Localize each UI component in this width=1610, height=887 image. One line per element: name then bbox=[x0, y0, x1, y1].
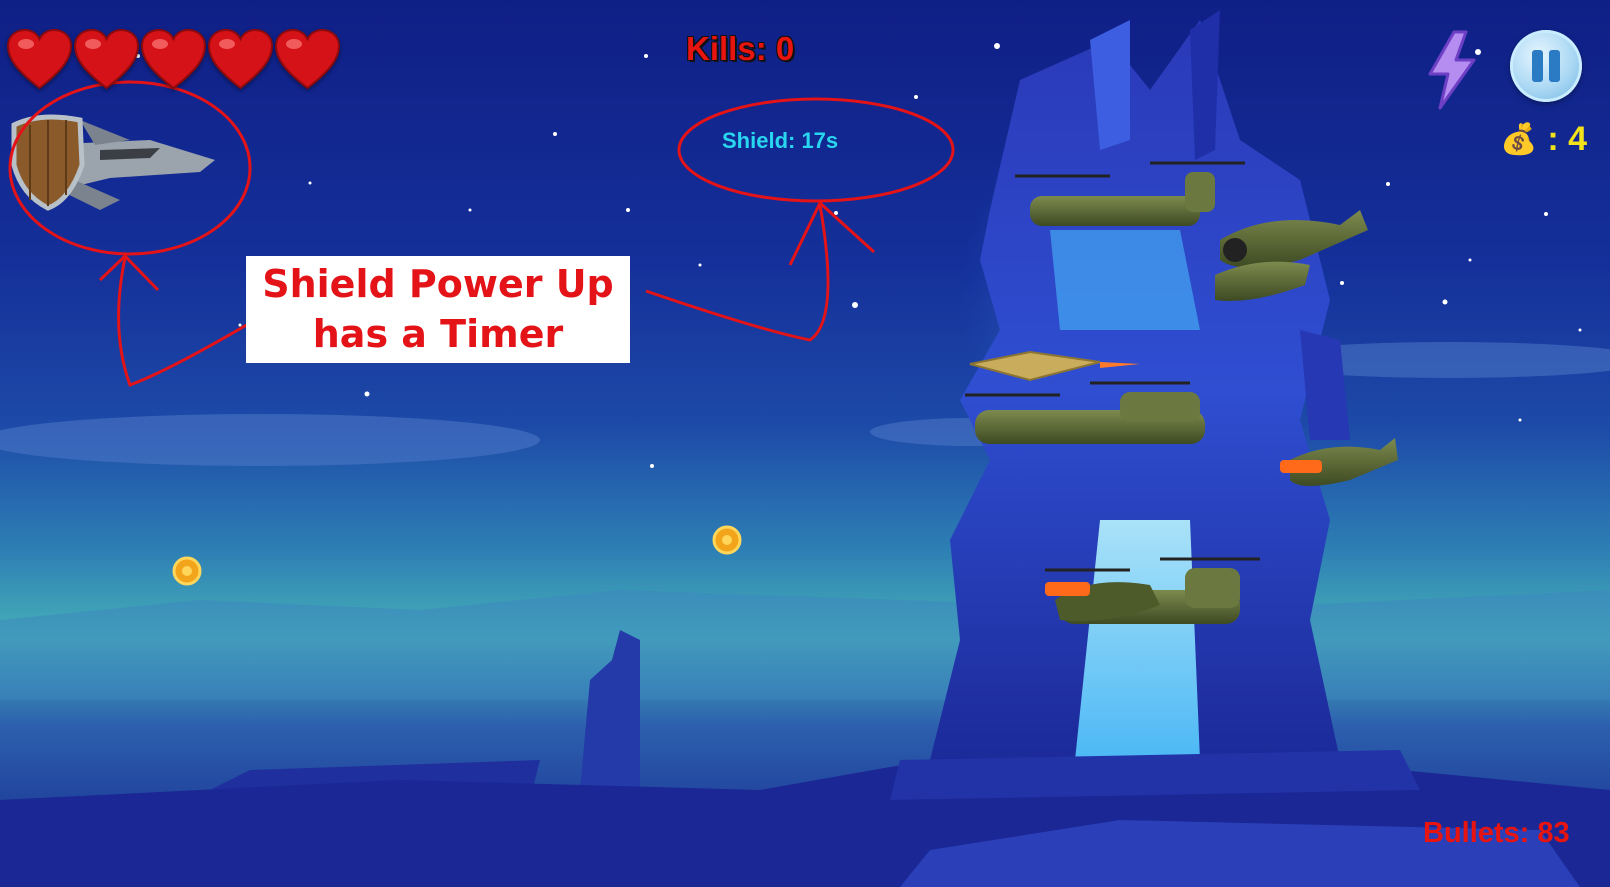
callout-line-2: has a Timer bbox=[312, 312, 564, 356]
lightning-icon bbox=[1428, 30, 1476, 110]
heart-icon bbox=[140, 28, 207, 90]
heart-icon bbox=[73, 28, 140, 90]
kills-counter: Kills: 0 bbox=[686, 30, 795, 67]
shield-timer: Shield: 17s bbox=[722, 128, 839, 153]
lives-display bbox=[6, 28, 341, 90]
coin-pickup bbox=[712, 525, 742, 555]
crystal-tower bbox=[930, 10, 1350, 760]
coin-count: : 4 bbox=[1547, 120, 1588, 158]
annotation-callout: Shield Power Up has a Timer bbox=[246, 256, 630, 363]
bullets-counter: Bullets: 83 bbox=[1423, 817, 1570, 849]
coin-pickup bbox=[172, 556, 202, 586]
coin-counter: 💰 : 4 bbox=[1500, 120, 1587, 159]
pause-button[interactable] bbox=[1510, 30, 1582, 102]
haze-clouds bbox=[0, 342, 1610, 466]
pause-icon bbox=[1532, 50, 1543, 82]
money-bag-icon: 💰 bbox=[1500, 123, 1538, 156]
heart-icon bbox=[207, 28, 274, 90]
power-button[interactable] bbox=[1422, 30, 1482, 110]
heart-icon bbox=[6, 28, 73, 90]
heart-icon bbox=[274, 28, 341, 90]
callout-line-1: Shield Power Up bbox=[262, 262, 614, 306]
